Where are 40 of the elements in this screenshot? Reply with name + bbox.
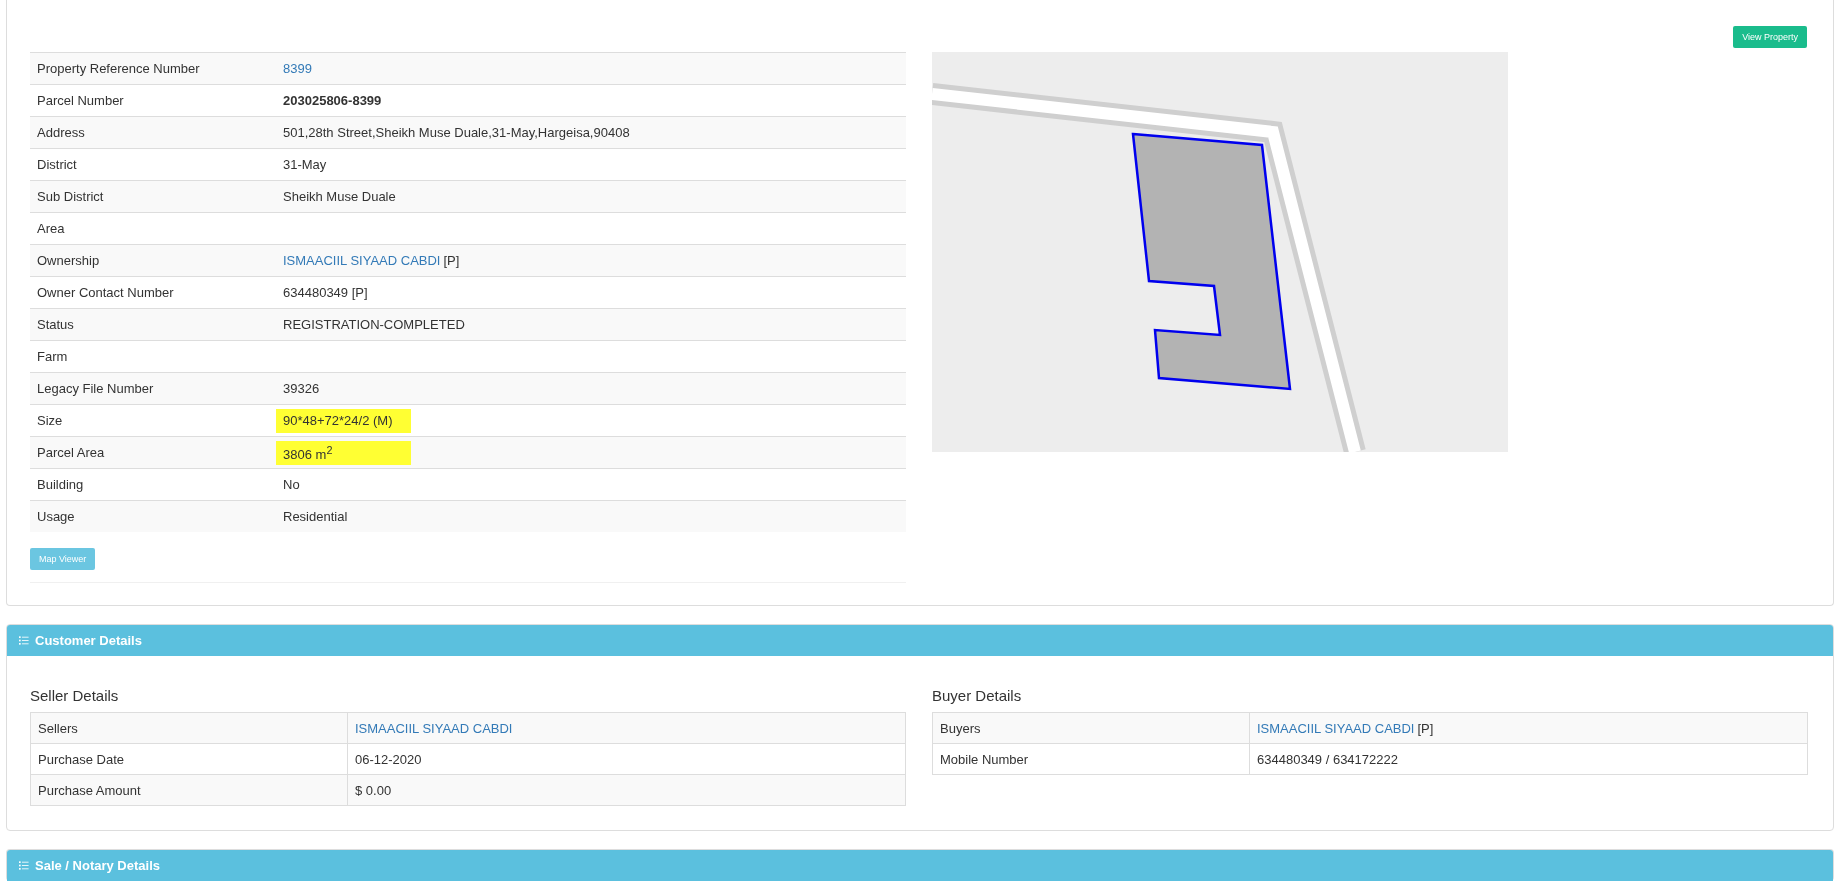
field-label: Sellers bbox=[30, 712, 348, 744]
field-link[interactable]: ISMAACIIL SIYAAD CABDI bbox=[355, 720, 513, 736]
field-value: 31-May bbox=[283, 157, 327, 172]
field-label: Purchase Amount bbox=[30, 774, 348, 806]
field-value: $ 0.00 bbox=[355, 782, 392, 798]
field-value: No bbox=[283, 477, 300, 492]
field-value: 501,28th Street,Sheikh Muse Duale,31-May,Hargeisa,90408 bbox=[283, 125, 630, 140]
field-suffix: [P] bbox=[443, 253, 460, 268]
field-suffix: [P] bbox=[1417, 720, 1434, 736]
panel-title: Customer Details bbox=[35, 633, 142, 648]
field-link[interactable]: ISMAACIIL SIYAAD CABDI bbox=[283, 253, 441, 268]
field-value: 90*48+72*24/2 (M) bbox=[283, 413, 393, 428]
view-property-button[interactable]: View Property bbox=[1733, 26, 1807, 48]
field-label: Status bbox=[30, 308, 276, 341]
field-label: Property Reference Number bbox=[30, 52, 276, 85]
field-value: 634480349 [P] bbox=[283, 285, 368, 300]
field-label: Address bbox=[30, 116, 276, 149]
field-link[interactable]: 8399 bbox=[283, 61, 312, 76]
field-value: REGISTRATION-COMPLETED bbox=[283, 317, 465, 332]
field-value: 06-12-2020 bbox=[355, 751, 422, 767]
field-label: Buyers bbox=[932, 712, 1250, 744]
field-label: Usage bbox=[30, 500, 276, 532]
field-label: Parcel Area bbox=[30, 436, 276, 469]
list-icon bbox=[19, 636, 29, 645]
field-label: Ownership bbox=[30, 244, 276, 277]
panel-title: Sale / Notary Details bbox=[35, 858, 160, 873]
field-label: Mobile Number bbox=[932, 743, 1250, 775]
field-value: 3806 m$^{2}$ bbox=[283, 446, 333, 462]
field-link[interactable]: ISMAACIIL SIYAAD CABDI bbox=[1257, 720, 1415, 736]
field-label: Purchase Date bbox=[30, 743, 348, 775]
field-label: Sub District bbox=[30, 180, 276, 213]
field-value: 634480349 / 634172222 bbox=[1257, 751, 1398, 767]
field-label: Legacy File Number bbox=[30, 372, 276, 405]
section-title: Seller Details bbox=[30, 687, 120, 704]
field-value: 39326 bbox=[283, 381, 320, 396]
list-icon bbox=[19, 861, 29, 870]
section-title: Buyer Details bbox=[932, 687, 1023, 704]
field-value: Sheikh Muse Duale bbox=[283, 189, 396, 204]
field-value: 203025806-8399 bbox=[283, 93, 382, 108]
field-value: Residential bbox=[283, 509, 348, 524]
